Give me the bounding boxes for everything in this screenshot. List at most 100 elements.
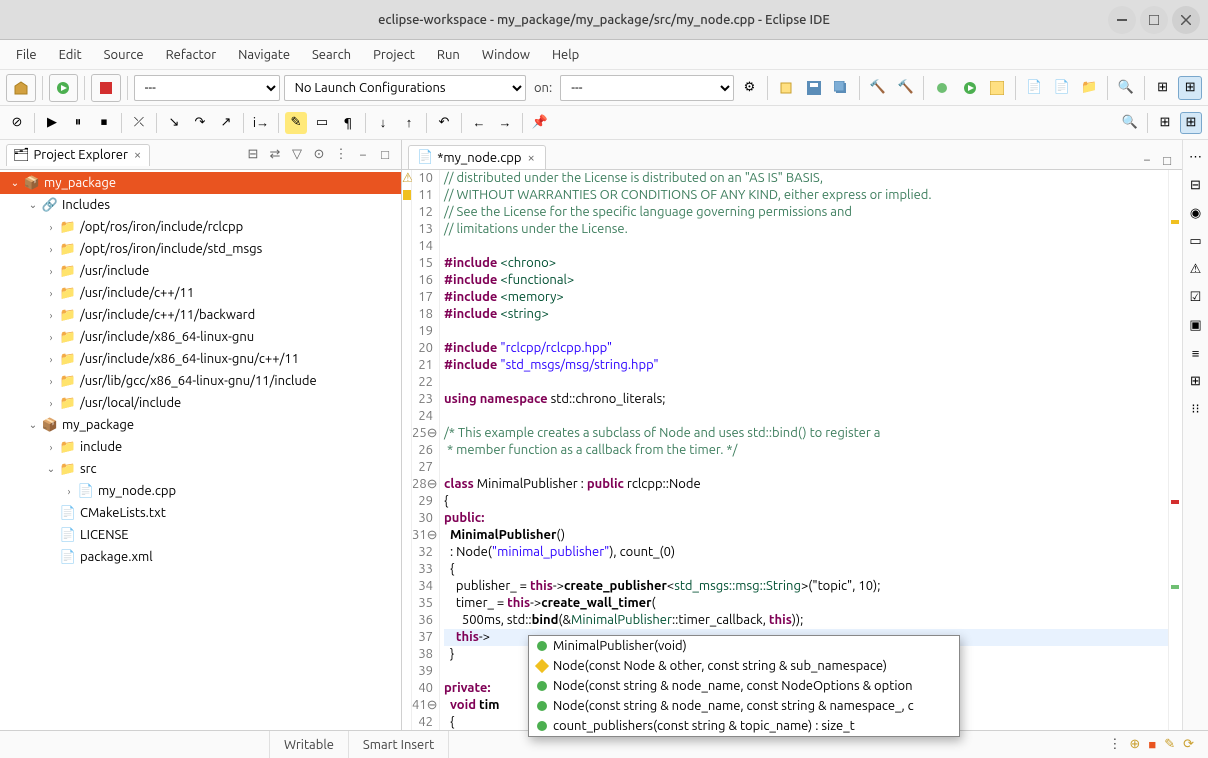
content-assist-popup[interactable]: MinimalPublisher(void)Node(const Node & …: [528, 635, 960, 737]
menu-refactor[interactable]: Refactor: [156, 44, 227, 66]
build-hammer-icon[interactable]: 🔨: [866, 76, 890, 100]
menu-window[interactable]: Window: [472, 44, 540, 66]
tree-row[interactable]: ⌄🔗Includes: [0, 194, 401, 216]
project-explorer-tab[interactable]: 🗂 Project Explorer ×: [6, 144, 150, 166]
step-return-icon[interactable]: ↗: [215, 112, 237, 134]
status-tip-icon[interactable]: ⊕: [1129, 737, 1140, 752]
tree-row[interactable]: ›📁/opt/ros/iron/include/std_msgs: [0, 238, 401, 260]
menu-navigate[interactable]: Navigate: [228, 44, 300, 66]
back-icon[interactable]: ←: [468, 112, 490, 134]
menu-run[interactable]: Run: [427, 44, 470, 66]
status-menu-icon[interactable]: ⋮: [1108, 737, 1121, 752]
problems-icon[interactable]: ⚠: [1187, 260, 1205, 278]
new-folder-icon[interactable]: 📁: [1077, 76, 1101, 100]
editor-tab-mynode[interactable]: 📄 *my_node.cpp ×: [408, 145, 546, 169]
link-editor-icon[interactable]: ⇄: [265, 145, 285, 165]
outline-icon[interactable]: ⊟: [1187, 176, 1205, 194]
instruction-step-icon[interactable]: i→: [250, 112, 272, 134]
maximize-button[interactable]: [1140, 6, 1168, 34]
launch-target-select[interactable]: ---: [560, 75, 733, 101]
close-view-icon[interactable]: ×: [132, 148, 143, 162]
tree-row[interactable]: 📄LICENSE: [0, 524, 401, 546]
search-icon[interactable]: 🔍: [1114, 76, 1138, 100]
tree-row[interactable]: ›📁/usr/include: [0, 260, 401, 282]
suspend-icon[interactable]: ⏸: [67, 112, 89, 134]
focus-icon[interactable]: ⊙: [309, 145, 329, 165]
perspective-cpp-icon[interactable]: ⊞: [1180, 112, 1202, 134]
tree-row[interactable]: 📄package.xml: [0, 546, 401, 568]
build-icon[interactable]: [6, 74, 36, 102]
tree-row[interactable]: ›📁/usr/include/x86_64-linux-gnu: [0, 326, 401, 348]
pin-editor-icon[interactable]: 📌: [529, 112, 551, 134]
search2-icon[interactable]: ⁝⁝: [1187, 400, 1205, 418]
step-into-icon[interactable]: ↘: [163, 112, 185, 134]
status-overview-icon[interactable]: ■: [1148, 737, 1156, 752]
build-all-icon[interactable]: 🔨: [894, 76, 918, 100]
menu-search[interactable]: Search: [302, 44, 361, 66]
maximize-view-icon[interactable]: □: [375, 145, 395, 165]
menu-edit[interactable]: Edit: [49, 44, 92, 66]
tree-row[interactable]: ›📄my_node.cpp: [0, 480, 401, 502]
show-whitespace-icon[interactable]: ¶: [337, 112, 359, 134]
menu-source[interactable]: Source: [94, 44, 154, 66]
completion-item[interactable]: Node(const string & node_name, const Nod…: [529, 676, 959, 696]
restore-icon[interactable]: ⋯: [1187, 148, 1205, 166]
filter-icon[interactable]: ▽: [287, 145, 307, 165]
toggle-mark-icon[interactable]: ✎: [285, 112, 307, 134]
save-all-icon[interactable]: [830, 76, 854, 100]
resume-icon[interactable]: ▶: [41, 112, 63, 134]
tree-row[interactable]: ⌄📁src: [0, 458, 401, 480]
next-annotation-icon[interactable]: ↓: [372, 112, 394, 134]
call-hierarchy-icon[interactable]: ⊞: [1187, 372, 1205, 390]
close-button[interactable]: [1172, 6, 1200, 34]
stop-icon[interactable]: [91, 74, 121, 102]
tree-row[interactable]: ⌄📦my_package: [0, 172, 401, 194]
status-updates-icon[interactable]: ✎: [1164, 737, 1175, 752]
completion-item[interactable]: count_publishers(const string & topic_na…: [529, 716, 959, 736]
tree-row[interactable]: 📄CMakeLists.txt: [0, 502, 401, 524]
launch-mode-select[interactable]: ---: [134, 75, 280, 101]
perspective-switch-icon[interactable]: ⊞: [1154, 112, 1176, 134]
menu-project[interactable]: Project: [363, 44, 425, 66]
run2-icon[interactable]: [958, 76, 982, 100]
launch-config-select[interactable]: No Launch Configurations: [284, 75, 526, 101]
terminate-icon[interactable]: ⏹: [93, 112, 115, 134]
build-targets-icon[interactable]: ▭: [1187, 232, 1205, 250]
tree-row[interactable]: ›📁/usr/include/c++/11: [0, 282, 401, 304]
console-icon[interactable]: ▣: [1187, 316, 1205, 334]
cpp-perspective-icon[interactable]: ⊞: [1178, 76, 1202, 100]
gear-icon[interactable]: ⚙: [738, 76, 762, 100]
skip-breakpoints-icon[interactable]: ⊘: [6, 112, 28, 134]
close-tab-icon[interactable]: ×: [525, 151, 536, 165]
new-icon[interactable]: [774, 76, 798, 100]
last-edit-icon[interactable]: ↶: [433, 112, 455, 134]
step-over-icon[interactable]: ↷: [189, 112, 211, 134]
overview-ruler[interactable]: [1168, 170, 1182, 730]
disconnect-icon[interactable]: ⤫: [128, 112, 150, 134]
project-tree[interactable]: ⌄📦my_package⌄🔗Includes›📁/opt/ros/iron/in…: [0, 170, 401, 730]
completion-item[interactable]: Node(const string & node_name, const str…: [529, 696, 959, 716]
menu-file[interactable]: File: [6, 44, 47, 66]
debug-icon[interactable]: [930, 76, 954, 100]
menu-help[interactable]: Help: [542, 44, 589, 66]
view-menu-icon[interactable]: ⋮: [331, 145, 351, 165]
prev-annotation-icon[interactable]: ↑: [398, 112, 420, 134]
minimize-view-icon[interactable]: −: [353, 145, 373, 165]
tree-row[interactable]: ›📁/usr/include/c++/11/backward: [0, 304, 401, 326]
toggle-block-icon[interactable]: ▭: [311, 112, 333, 134]
completion-item[interactable]: Node(const Node & other, const string & …: [529, 656, 959, 676]
tree-row[interactable]: ›📁/usr/include/x86_64-linux-gnu/c++/11: [0, 348, 401, 370]
tree-row[interactable]: ⌄📦my_package: [0, 414, 401, 436]
profile-icon[interactable]: [986, 76, 1010, 100]
tasks-icon[interactable]: ☑: [1187, 288, 1205, 306]
forward-icon[interactable]: →: [494, 112, 516, 134]
status-sync-icon[interactable]: ⟳: [1183, 737, 1194, 752]
completion-item[interactable]: MinimalPublisher(void): [529, 636, 959, 656]
new-class-icon[interactable]: 📄: [1050, 76, 1074, 100]
maximize-editor-icon[interactable]: □: [1158, 151, 1176, 169]
save-icon[interactable]: [802, 76, 826, 100]
run-icon[interactable]: [49, 74, 79, 102]
collapse-all-icon[interactable]: ⊟: [243, 145, 263, 165]
quick-access-icon[interactable]: 🔍: [1119, 112, 1141, 134]
new-cpp-icon[interactable]: 📄: [1022, 76, 1046, 100]
